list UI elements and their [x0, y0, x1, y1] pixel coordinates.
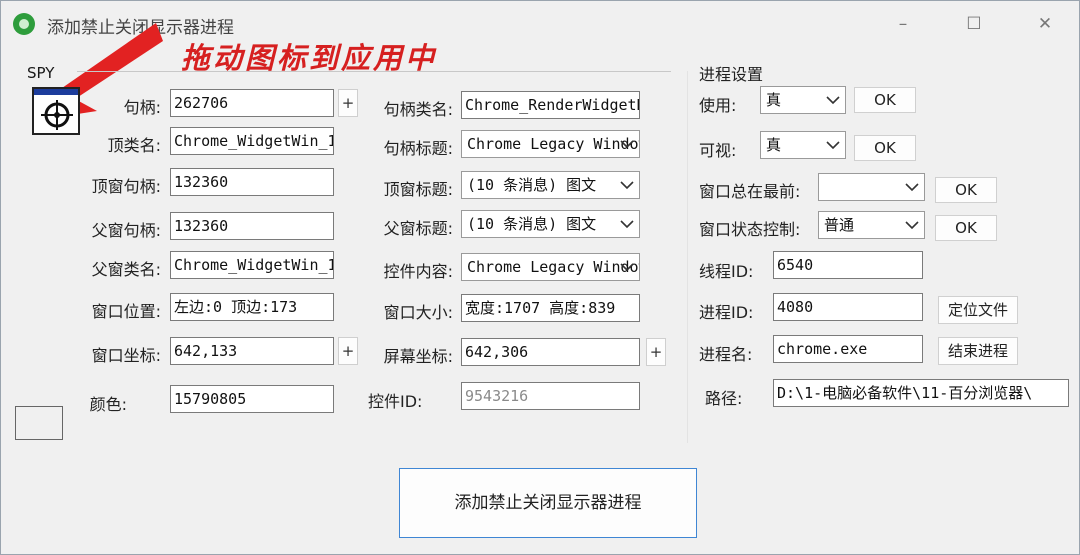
parent-title-label: 父窗标题:	[383, 219, 453, 238]
parent-title-dropdown[interactable]: (10 条消息) 图文	[461, 210, 640, 238]
window-state-ok-button[interactable]: OK	[935, 215, 997, 241]
visible-dropdown[interactable]: 真	[760, 131, 846, 159]
process-settings-title: 进程设置	[699, 65, 764, 84]
color-label: 颜色:	[89, 395, 127, 414]
top-title-value: (10 条消息) 图文	[467, 176, 597, 194]
close-button[interactable]: ✕	[1023, 9, 1067, 39]
top-class-field[interactable]: Chrome_WidgetWin_1	[170, 127, 334, 155]
process-name-label: 进程名:	[699, 345, 753, 364]
parent-class-field[interactable]: Chrome_WidgetWin_1	[170, 251, 334, 279]
maximize-button[interactable]: ☐	[952, 9, 996, 39]
thread-id-label: 线程ID:	[699, 262, 754, 281]
screen-coord-plus-button[interactable]: +	[646, 338, 666, 366]
handle-class-label: 句柄类名:	[383, 100, 453, 119]
color-swatch	[15, 406, 63, 440]
topmost-ok-button[interactable]: OK	[935, 177, 997, 203]
screen-coord-field[interactable]: 642,306	[461, 338, 640, 366]
spy-label: SPY	[27, 64, 55, 82]
use-value: 真	[766, 91, 782, 109]
column-divider	[687, 71, 688, 443]
control-id-label: 控件ID:	[368, 392, 423, 411]
topmost-dropdown[interactable]	[818, 173, 925, 201]
window-state-label: 窗口状态控制:	[699, 220, 801, 239]
chevron-down-icon	[620, 140, 634, 149]
chevron-down-icon	[620, 263, 634, 272]
visible-value: 真	[766, 136, 782, 154]
handle-title-dropdown[interactable]: Chrome Legacy Window	[461, 130, 640, 158]
window-state-dropdown[interactable]: 普通	[818, 211, 925, 239]
top-title-label: 顶窗标题:	[383, 180, 453, 199]
minimize-button[interactable]: –	[881, 9, 925, 39]
chevron-down-icon	[905, 183, 919, 192]
parent-title-value: (10 条消息) 图文	[467, 215, 597, 233]
use-label: 使用:	[699, 96, 737, 115]
chevron-down-icon	[905, 221, 919, 230]
thread-id-field[interactable]: 6540	[773, 251, 923, 279]
process-name-field[interactable]: chrome.exe	[773, 335, 923, 363]
process-id-field[interactable]: 4080	[773, 293, 923, 321]
control-content-label: 控件内容:	[383, 262, 453, 281]
group-divider	[77, 71, 671, 72]
handle-class-field[interactable]: Chrome_RenderWidgetHostHWND	[461, 91, 640, 119]
use-dropdown[interactable]: 真	[760, 86, 846, 114]
visible-ok-button[interactable]: OK	[854, 135, 916, 161]
top-handle-field[interactable]: 132360	[170, 168, 334, 196]
top-handle-label: 顶窗句柄:	[91, 177, 161, 196]
control-content-value: Chrome Legacy Window	[467, 258, 640, 276]
chevron-down-icon	[826, 141, 840, 150]
window-position-label: 窗口位置:	[91, 302, 161, 321]
parent-class-label: 父窗类名:	[91, 260, 161, 279]
window-size-field[interactable]: 宽度:1707 高度:839	[461, 294, 640, 322]
handle-title-label: 句柄标题:	[383, 139, 453, 158]
window-position-field[interactable]: 左边:0 顶边:173	[170, 293, 334, 321]
process-id-label: 进程ID:	[699, 303, 754, 322]
handle-title-value: Chrome Legacy Window	[467, 135, 640, 153]
visible-label: 可视:	[699, 141, 737, 160]
crosshair-icon	[41, 100, 73, 130]
control-id-field[interactable]: 9543216	[461, 382, 640, 410]
chevron-down-icon	[826, 96, 840, 105]
parent-handle-field[interactable]: 132360	[170, 212, 334, 240]
window-coord-label: 窗口坐标:	[91, 346, 161, 365]
use-ok-button[interactable]: OK	[854, 87, 916, 113]
handle-field[interactable]: 262706	[170, 89, 334, 117]
top-title-dropdown[interactable]: (10 条消息) 图文	[461, 171, 640, 199]
path-field[interactable]: D:\1-电脑必备软件\11-百分浏览器\	[773, 379, 1069, 407]
add-process-button[interactable]: 添加禁止关闭显示器进程	[399, 468, 697, 538]
color-field[interactable]: 15790805	[170, 385, 334, 413]
locate-file-button[interactable]: 定位文件	[938, 296, 1018, 324]
end-process-button[interactable]: 结束进程	[938, 337, 1018, 365]
window-size-label: 窗口大小:	[383, 303, 453, 322]
top-class-label: 顶类名:	[107, 136, 161, 155]
chevron-down-icon	[620, 220, 634, 229]
window-coord-field[interactable]: 642,133	[170, 337, 334, 365]
parent-handle-label: 父窗句柄:	[91, 221, 161, 240]
path-label: 路径:	[705, 389, 743, 408]
app-window: 添加禁止关闭显示器进程 – ☐ ✕ 拖动图标到应用中 SPY 句柄: 26270…	[0, 0, 1080, 555]
control-content-dropdown[interactable]: Chrome Legacy Window	[461, 253, 640, 281]
chevron-down-icon	[620, 181, 634, 190]
screen-coord-label: 屏幕坐标:	[383, 347, 453, 366]
window-state-value: 普通	[824, 216, 855, 234]
handle-label: 句柄:	[123, 98, 161, 117]
topmost-label: 窗口总在最前:	[699, 182, 801, 201]
